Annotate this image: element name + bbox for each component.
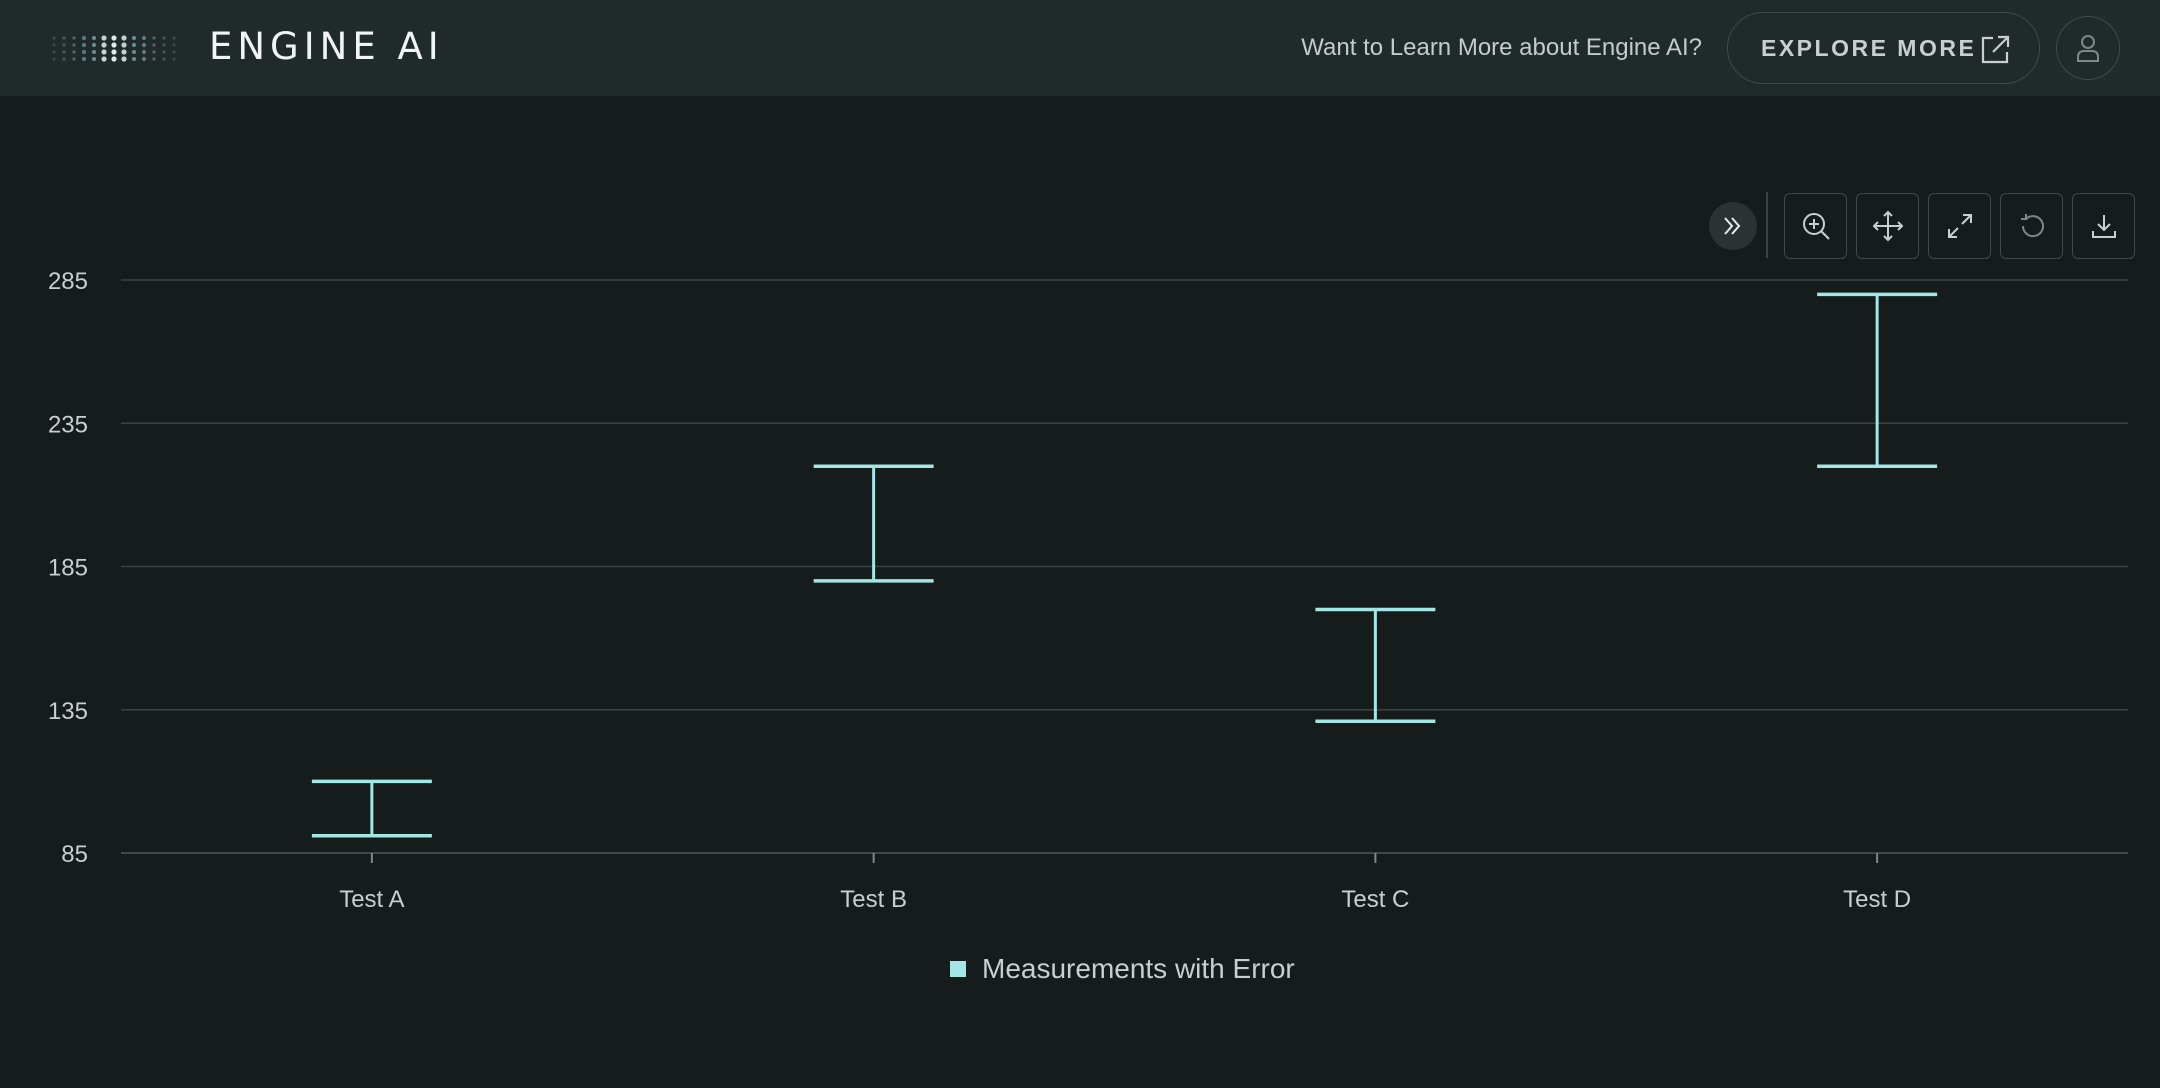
x-tick-label: Test D (1843, 886, 1911, 913)
y-tick-label: 185 (48, 555, 88, 582)
logo-dot (101, 42, 107, 48)
logo-dot (162, 50, 166, 54)
logo-dot (62, 57, 66, 61)
logo-dot (141, 35, 147, 41)
logo-dot (141, 56, 147, 62)
logo-dot (81, 56, 87, 62)
logo-dot (162, 36, 166, 40)
logo-dot (172, 36, 176, 40)
logo-dot (91, 42, 97, 48)
logo-dot (172, 50, 176, 54)
logo-dot (121, 49, 127, 55)
logo-dot (131, 56, 137, 62)
logo-dot (162, 57, 166, 61)
logo-dot (72, 50, 76, 54)
logo-text: ENGINE AI (209, 25, 444, 68)
logo-dot (121, 42, 127, 48)
explore-more-button[interactable]: EXPLORE MORE (1727, 12, 2040, 84)
y-tick-label: 285 (48, 268, 88, 295)
logo-dot (81, 42, 87, 48)
logo-dot (172, 43, 176, 47)
logo-dot (111, 49, 117, 55)
logo-dot (162, 43, 166, 47)
logo-dot (81, 49, 87, 55)
user-profile-button[interactable] (2056, 16, 2120, 80)
logo-dot (101, 35, 107, 41)
logo-dot (52, 57, 56, 61)
logo-dot (152, 50, 156, 54)
logo-dot (121, 56, 127, 62)
logo-dot (101, 56, 107, 62)
legend-swatch (950, 961, 966, 977)
x-tick-label: Test A (339, 886, 404, 913)
y-tick-label: 85 (61, 841, 88, 868)
logo-dot (101, 49, 107, 55)
x-tick-label: Test B (840, 886, 907, 913)
logo-dot (141, 42, 147, 48)
logo-dot (111, 35, 117, 41)
logo-dot (72, 36, 76, 40)
logo-dot (111, 42, 117, 48)
logo-dot (62, 50, 66, 54)
error-bar (1315, 607, 1436, 723)
error-bar-chart: 85 135 185 235 285 Test A Test B Test C Test D (48, 268, 2128, 913)
logo-dot (52, 43, 56, 47)
logo-dot (141, 49, 147, 55)
legend-label: Measurements with Error (982, 953, 1295, 984)
logo-dot (52, 36, 56, 40)
logo-dot (52, 50, 56, 54)
logo-dot (131, 49, 137, 55)
logo-dot (131, 35, 137, 41)
logo-dot (72, 43, 76, 47)
logo-dot (62, 36, 66, 40)
y-tick-label: 235 (48, 411, 88, 438)
logo-dot (172, 57, 176, 61)
logo-dot (72, 57, 76, 61)
logo-dot (91, 56, 97, 62)
logo-dot (131, 42, 137, 48)
external-link-icon (1981, 35, 2010, 64)
logo-dot (91, 49, 97, 55)
logo-dot (152, 57, 156, 61)
error-bar (311, 779, 432, 838)
app-header: ENGINE AI Want to Learn More about Engin… (0, 0, 2160, 96)
dots-logo-icon (52, 35, 176, 62)
logo-dot (81, 35, 87, 41)
logo-dot (62, 43, 66, 47)
x-tick-label: Test C (1341, 886, 1409, 913)
error-bar (813, 464, 934, 583)
error-bar (1817, 292, 1938, 468)
y-tick-label: 135 (48, 698, 88, 725)
logo-dot (152, 43, 156, 47)
logo-dot (152, 36, 156, 40)
logo-dot (121, 35, 127, 41)
logo-dot (91, 35, 97, 41)
user-icon (2077, 35, 2099, 62)
logo-dot (111, 56, 117, 62)
learn-more-text: Want to Learn More about Engine AI? (1301, 34, 1702, 61)
chart-legend[interactable]: Measurements with Error (950, 953, 1295, 985)
explore-more-label: EXPLORE MORE (1761, 34, 1977, 61)
